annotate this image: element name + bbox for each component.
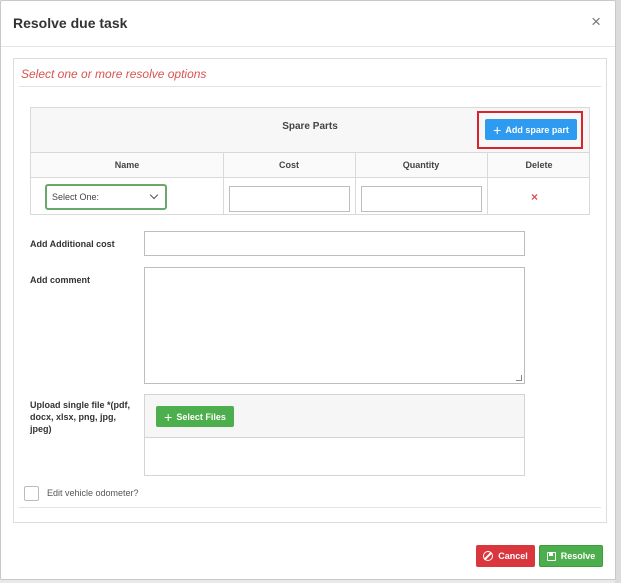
upload-label: Upload single file *(pdf, docx, xlsx, pn… [30, 400, 131, 434]
comment-textarea[interactable] [144, 267, 525, 384]
save-icon [546, 551, 556, 561]
cost-input[interactable] [229, 186, 350, 212]
quantity-input[interactable] [361, 186, 482, 212]
divider [19, 86, 601, 87]
spare-parts-header: Spare Parts + Add spare part [31, 108, 589, 153]
chevron-down-icon [149, 190, 159, 200]
file-upload-area[interactable]: + Select Files [144, 394, 525, 476]
spare-parts-column-headers: Name Cost Quantity Delete [31, 153, 589, 178]
resolve-button[interactable]: Resolve [539, 545, 603, 567]
comment-label: Add comment [30, 275, 91, 285]
column-header-cost: Cost [279, 160, 299, 170]
select-files-button[interactable]: + Select Files [156, 406, 234, 427]
select-files-label: Select Files [176, 411, 226, 422]
plus-icon: + [164, 408, 173, 425]
part-name-select-value: Select One: [52, 192, 100, 202]
column-header-name: Name [114, 160, 140, 170]
part-name-select[interactable]: Select One: [45, 184, 167, 210]
odometer-checkbox[interactable] [24, 486, 39, 501]
resolve-options-panel: Select one or more resolve options Spare… [13, 58, 607, 523]
resize-handle-icon[interactable] [516, 375, 522, 381]
modal-header: Resolve due task × [1, 1, 615, 47]
column-divider [355, 153, 356, 215]
resolve-label: Resolve [560, 551, 596, 561]
divider [19, 507, 601, 508]
upload-toolbar: + Select Files [145, 395, 524, 438]
column-header-quantity: Quantity [402, 160, 440, 170]
close-icon[interactable]: × [591, 13, 601, 30]
column-divider [223, 153, 224, 215]
delete-row-icon[interactable]: × [531, 190, 538, 204]
plus-icon: + [493, 121, 502, 138]
column-divider [487, 153, 488, 215]
add-spare-part-label: Add spare part [505, 124, 569, 135]
modal-title: Resolve due task [13, 15, 128, 31]
cancel-button[interactable]: Cancel [476, 545, 535, 567]
odometer-checkbox-label: Edit vehicle odometer? [47, 488, 139, 498]
add-spare-part-button[interactable]: + Add spare part [485, 119, 577, 140]
column-header-delete: Delete [525, 160, 553, 170]
highlight-outline: + Add spare part [477, 111, 583, 149]
cancel-label: Cancel [498, 551, 528, 561]
spare-parts-table: Spare Parts + Add spare part Name Cost Q… [30, 107, 590, 215]
instruction-text: Select one or more resolve options [21, 67, 207, 81]
ban-icon [483, 551, 494, 561]
additional-cost-label: Add Additional cost [30, 239, 115, 249]
resolve-task-modal: Resolve due task × Select one or more re… [0, 0, 616, 580]
additional-cost-input[interactable] [144, 231, 525, 256]
